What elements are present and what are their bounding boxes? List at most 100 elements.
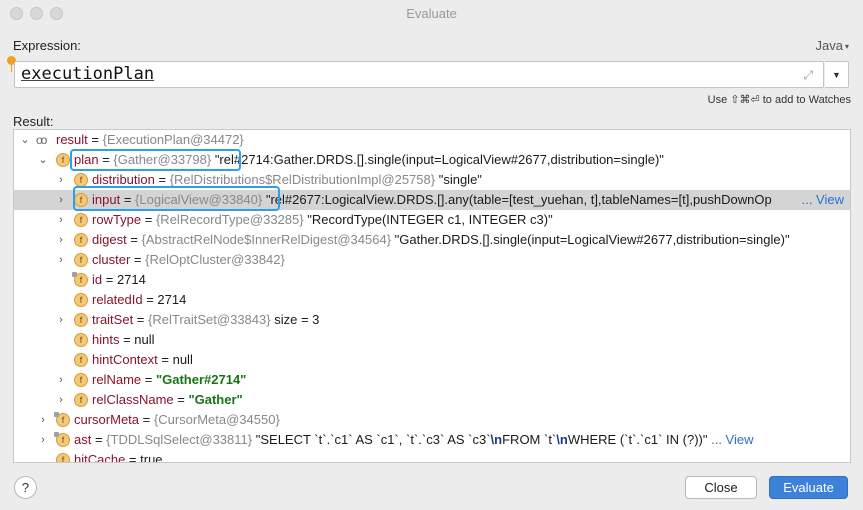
language-selector[interactable]: Java ▾ [816,38,849,53]
chevron-right-icon[interactable]: › [38,430,48,450]
field-value: null [172,352,193,367]
tree-row-cluster[interactable]: › f cluster = {RelOptCluster@33842} [14,250,850,270]
field-icon: f [56,153,70,167]
tree-row-digest[interactable]: › f digest = {AbstractRelNode$InnerRelDi… [14,230,850,250]
evaluate-button[interactable]: Evaluate [769,476,848,499]
escape-newline: \n [490,432,503,447]
tree-row-traitset[interactable]: › f traitSet = {RelTraitSet@33843} size … [14,310,850,330]
tree-row-plan[interactable]: ⌄ f plan = {Gather@33798} "rel#2714:Gath… [14,150,850,170]
close-button[interactable]: Close [685,476,757,499]
field-value: "rel#2677:LogicalView.DRDS.[].any(table=… [265,192,772,207]
field-icon: f [74,353,88,367]
tree-row-input[interactable]: › f input = {LogicalView@33840} "rel#267… [14,190,850,210]
field-name: traitSet [92,312,134,327]
title-bar: Evaluate [0,0,863,28]
chevron-down-icon[interactable]: ⌄ [38,150,48,170]
field-icon: f [74,173,88,187]
chevron-right-icon[interactable]: › [56,170,66,190]
final-field-icon: f [72,272,88,287]
help-button[interactable]: ? [14,476,37,499]
chevron-right-icon[interactable]: › [56,190,66,210]
tree-row-distribution[interactable]: › f distribution = {RelDistributions$Rel… [14,170,850,190]
field-icon: f [74,233,88,247]
field-name: input [92,192,121,207]
field-ref: {RelTraitSet@33843} [148,312,271,327]
field-name: rowType [92,212,142,227]
chevron-right-icon[interactable]: › [56,370,66,390]
field-value: "RecordType(INTEGER c1, INTEGER c3)" [307,212,553,227]
field-name: hints [92,332,120,347]
field-ref: {RelOptCluster@33842} [145,252,285,267]
window-title: Evaluate [406,6,457,21]
field-icon: f [74,193,88,207]
field-value: 2714 [157,292,187,307]
field-name: cluster [92,252,131,267]
chevron-right-icon[interactable]: › [56,210,66,230]
tree-row-hints[interactable]: f hints = null [14,330,850,350]
field-name: relName [92,372,142,387]
chevron-right-icon[interactable]: › [56,230,66,250]
tree-row-relclassname[interactable]: › f relClassName = "Gather" [14,390,850,410]
field-icon: f [74,253,88,267]
field-value: size = 3 [274,312,320,327]
field-value: "Gather" [188,392,243,407]
expression-label: Expression: [13,38,81,53]
field-name: distribution [92,172,155,187]
chevron-down-icon: ▾ [844,42,849,51]
tree-row-relatedid[interactable]: f relatedId = 2714 [14,290,850,310]
field-icon: f [74,213,88,227]
field-value: "Gather.DRDS.[].single(input=LogicalView… [394,232,790,247]
field-value-part: "SELECT `t`.`c1` AS `c1`, `t`.`c3` AS `c… [255,432,491,447]
field-icon: f [74,293,88,307]
history-dropdown-button[interactable]: ▼ [825,61,849,88]
tree-row-rowtype[interactable]: › f rowType = {RelRecordType@33285} "Rec… [14,210,850,230]
field-value-part: FROM `t` [502,432,557,447]
field-name: id [92,272,103,287]
view-link[interactable]: ... View [711,432,753,447]
field-ref: {ExecutionPlan@34472} [102,132,244,147]
field-value: "single" [438,172,482,187]
field-value-part: WHERE (`t`.`c1` IN (?))" [567,432,708,447]
final-field-icon: f [54,432,70,447]
field-name: hitCache [74,452,126,463]
result-tree[interactable]: ⌄ oo result = {ExecutionPlan@34472} ⌄ f … [13,129,851,463]
result-label: Result: [13,114,54,129]
field-value: null [134,332,155,347]
field-ref: {CursorMeta@34550} [153,412,280,427]
tree-row-result[interactable]: ⌄ oo result = {ExecutionPlan@34472} [14,130,850,150]
chevron-down-icon[interactable]: ⌄ [20,130,30,150]
expression-text[interactable]: executionPlan [21,64,154,84]
field-value: "rel#2714:Gather.DRDS.[].single(input=Lo… [214,152,664,167]
tree-row-hitcache[interactable]: f hitCache = true [14,450,850,463]
chevron-right-icon[interactable]: › [56,310,66,330]
field-name: result [56,132,88,147]
field-ref: {AbstractRelNode$InnerRelDigest@34564} [141,232,392,247]
field-name: digest [92,232,127,247]
field-icon: f [74,373,88,387]
field-icon: f [56,453,70,462]
tree-row-id[interactable]: f id = 2714 [14,270,850,290]
field-name: hintContext [92,352,158,367]
expand-icon[interactable]: ⤢ [803,68,813,83]
field-icon: f [74,393,88,407]
field-ref: {LogicalView@33840} [135,192,263,207]
chevron-right-icon[interactable]: › [56,390,66,410]
tree-row-cursormeta[interactable]: › f cursorMeta = {CursorMeta@34550} [14,410,850,430]
field-ref: {Gather@33798} [113,152,212,167]
view-link[interactable]: ... View [798,190,844,210]
tree-row-relname[interactable]: › f relName = "Gather#2714" [14,370,850,390]
watches-hint: Use ⇧⌘⏎ to add to Watches [707,94,851,106]
field-value: true [140,452,163,463]
chevron-right-icon[interactable]: › [56,250,66,270]
field-name: plan [74,152,99,167]
field-name: ast [74,432,92,447]
chevron-down-icon: ▼ [832,70,841,80]
language-label: Java [815,38,843,53]
chevron-right-icon[interactable]: › [38,410,48,430]
tree-row-ast[interactable]: › f ast = {TDDLSqlSelect@33811} "SELECT … [14,430,850,450]
tree-row-hintcontext[interactable]: f hintContext = null [14,350,850,370]
field-ref: {TDDLSqlSelect@33811} [106,432,253,447]
expression-input[interactable]: executionPlan ⤢ [14,61,824,88]
field-icon: f [74,313,88,327]
field-name: cursorMeta [74,412,140,427]
